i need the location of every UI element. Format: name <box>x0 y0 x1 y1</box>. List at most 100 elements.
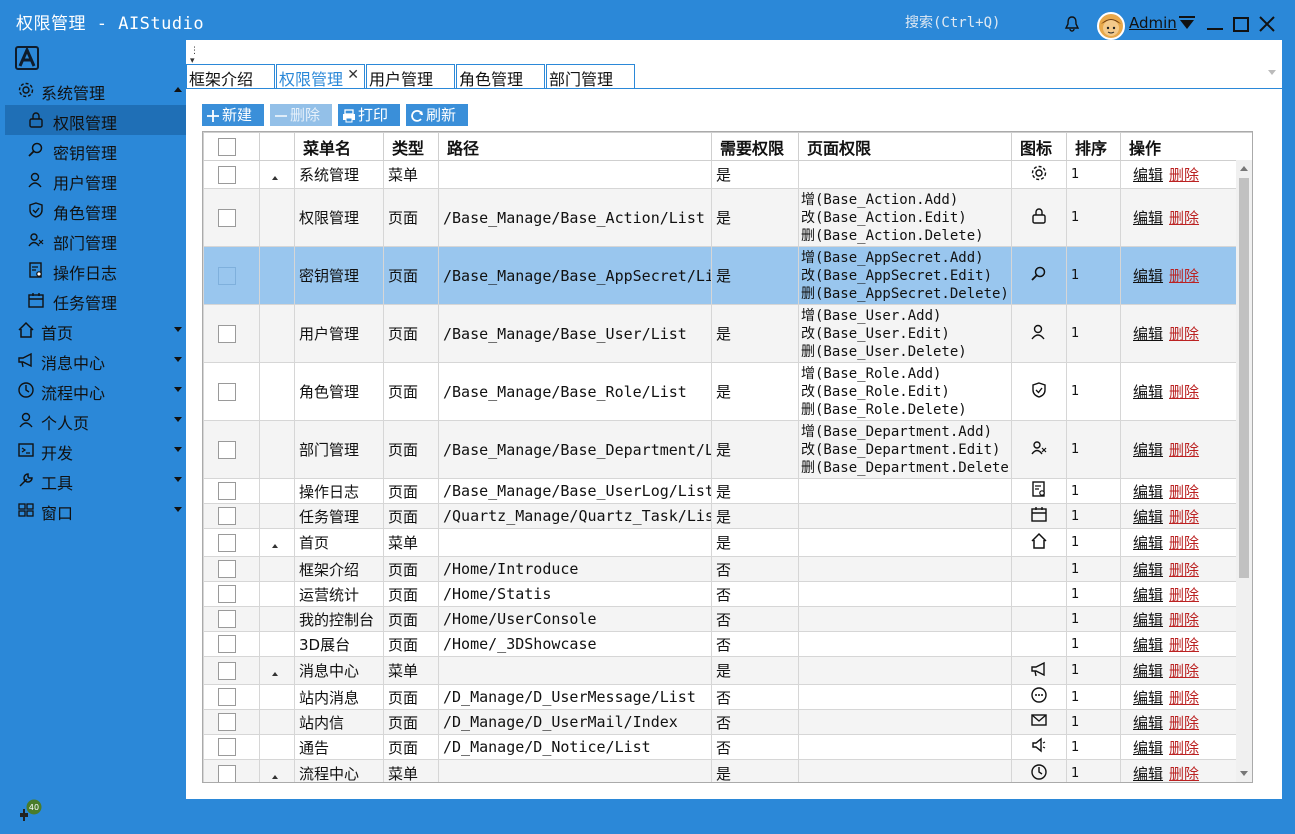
tab-departments[interactable]: 部门管理 <box>546 64 635 89</box>
col-need-header[interactable]: 需要权限 <box>711 132 799 161</box>
notification-status-icon[interactable]: 40 <box>17 799 43 825</box>
row-checkbox[interactable] <box>218 440 236 459</box>
row-select-cell[interactable] <box>203 246 260 305</box>
select-all-checkbox[interactable] <box>218 138 236 157</box>
table-row[interactable]: 流程中心 菜单是 1 编辑 删除 <box>203 759 1252 782</box>
table-row[interactable]: 站内消息 页面/D_Manage/D_UserMessage/List 否 1 编辑 删除 <box>203 684 1252 710</box>
tab-overflow-icon[interactable] <box>1268 70 1276 75</box>
tree-toggle-cell[interactable] <box>259 528 295 557</box>
edit-link[interactable]: 编辑 <box>1133 166 1163 184</box>
bell-icon[interactable] <box>1063 15 1081 33</box>
edit-link[interactable]: 编辑 <box>1133 689 1163 707</box>
table-row[interactable]: 首页 菜单是 1 编辑 删除 <box>203 528 1252 557</box>
sidebar-group-dev[interactable]: 开发 <box>5 435 186 465</box>
row-checkbox[interactable] <box>218 688 236 707</box>
row-checkbox[interactable] <box>218 635 236 654</box>
tab-introduce[interactable]: 框架介绍 <box>186 64 275 89</box>
delete-link[interactable]: 删除 <box>1169 739 1199 757</box>
delete-link[interactable]: 删除 <box>1169 586 1199 604</box>
delete-link[interactable]: 删除 <box>1169 534 1199 552</box>
row-checkbox[interactable] <box>218 507 236 526</box>
close-icon[interactable] <box>1256 14 1278 36</box>
edit-link[interactable]: 编辑 <box>1133 441 1163 459</box>
user-name-link[interactable]: Admin <box>1129 14 1177 32</box>
edit-link[interactable]: 编辑 <box>1133 267 1163 285</box>
sidebar-item-appsecret[interactable]: 密钥管理 <box>5 135 186 165</box>
col-type-header[interactable]: 类型 <box>383 132 439 161</box>
table-row[interactable]: 系统管理 菜单是 1 编辑 删除 <box>203 160 1252 189</box>
table-row[interactable]: 操作日志 页面/Base_Manage/Base_UserLog/List 是 1 编辑… <box>203 478 1252 504</box>
refresh-button[interactable]: 刷新 <box>406 104 468 126</box>
scroll-up-icon[interactable] <box>1240 166 1248 171</box>
row-select-cell[interactable] <box>203 631 260 657</box>
row-checkbox[interactable] <box>218 482 236 501</box>
row-checkbox[interactable] <box>218 713 236 732</box>
table-row[interactable]: 部门管理 页面/Base_Manage/Base_Department/List 是… <box>203 420 1252 479</box>
sidebar-group-workflow[interactable]: 流程中心 <box>5 375 186 405</box>
delete-link[interactable]: 删除 <box>1169 508 1199 526</box>
print-button[interactable]: 打印 <box>338 104 400 126</box>
tree-toggle-cell[interactable] <box>259 656 295 685</box>
row-select-cell[interactable] <box>203 478 260 504</box>
delete-link[interactable]: 删除 <box>1169 166 1199 184</box>
table-row[interactable]: 通告 页面/D_Manage/D_Notice/List 否 1 编辑 删除 <box>203 734 1252 760</box>
row-select-cell[interactable] <box>203 606 260 632</box>
avatar[interactable] <box>1097 12 1125 40</box>
row-select-cell[interactable] <box>203 362 260 421</box>
row-checkbox[interactable] <box>218 610 236 629</box>
scroll-thumb[interactable] <box>1239 178 1249 578</box>
edit-link[interactable]: 编辑 <box>1133 325 1163 343</box>
table-row[interactable]: 我的控制台 页面/Home/UserConsole 否 1 编辑 删除 <box>203 606 1252 632</box>
row-select-cell[interactable] <box>203 503 260 529</box>
minimize-icon[interactable] <box>1204 14 1226 36</box>
row-checkbox[interactable] <box>218 764 236 782</box>
row-checkbox[interactable] <box>218 560 236 579</box>
delete-link[interactable]: 删除 <box>1169 483 1199 501</box>
sidebar-item-users[interactable]: 用户管理 <box>5 165 186 195</box>
edit-link[interactable]: 编辑 <box>1133 483 1163 501</box>
sidebar-item-roles[interactable]: 角色管理 <box>5 195 186 225</box>
row-select-cell[interactable] <box>203 581 260 607</box>
row-select-cell[interactable] <box>203 734 260 760</box>
sidebar-group-profile[interactable]: 个人页 <box>5 405 186 435</box>
row-checkbox[interactable] <box>218 208 236 227</box>
row-select-cell[interactable] <box>203 759 260 782</box>
search-box[interactable]: 搜索(Ctrl+Q) <box>905 12 1000 32</box>
row-select-cell[interactable] <box>203 188 260 247</box>
row-select-cell[interactable] <box>203 684 260 710</box>
table-row[interactable]: 权限管理 页面/Base_Manage/Base_Action/List 是增(Ba… <box>203 188 1252 247</box>
tab-permission[interactable]: 权限管理 ✕ <box>276 64 365 89</box>
row-select-cell[interactable] <box>203 656 260 685</box>
tree-toggle-cell[interactable] <box>259 759 295 782</box>
row-select-cell[interactable] <box>203 420 260 479</box>
row-checkbox[interactable] <box>218 324 236 343</box>
tab-users[interactable]: 用户管理 <box>366 64 455 89</box>
delete-link[interactable]: 删除 <box>1169 561 1199 579</box>
edit-link[interactable]: 编辑 <box>1133 383 1163 401</box>
row-checkbox[interactable] <box>218 585 236 604</box>
row-select-cell[interactable] <box>203 160 260 189</box>
delete-link[interactable]: 删除 <box>1169 209 1199 227</box>
row-select-cell[interactable] <box>203 528 260 557</box>
table-row[interactable]: 3D展台 页面/Home/_3DShowcase 否 1 编辑 删除 <box>203 631 1252 657</box>
tree-collapse-icon[interactable] <box>272 671 278 676</box>
dropdown-arrow-icon[interactable] <box>1178 16 1196 30</box>
row-checkbox[interactable] <box>218 738 236 757</box>
tree-collapse-icon[interactable] <box>272 175 278 180</box>
sidebar-group-system[interactable]: 系统管理 <box>5 75 186 105</box>
delete-link[interactable]: 删除 <box>1169 662 1199 680</box>
edit-link[interactable]: 编辑 <box>1133 508 1163 526</box>
edit-link[interactable]: 编辑 <box>1133 586 1163 604</box>
col-perms-header[interactable]: 页面权限 <box>798 132 1012 161</box>
row-checkbox[interactable] <box>218 165 236 184</box>
edit-link[interactable]: 编辑 <box>1133 209 1163 227</box>
sidebar-item-departments[interactable]: 部门管理 <box>5 225 186 255</box>
tab-roles[interactable]: 角色管理 <box>456 64 545 89</box>
new-button[interactable]: 新建 <box>202 104 264 126</box>
table-row[interactable]: 消息中心 菜单是 1 编辑 删除 <box>203 656 1252 685</box>
row-checkbox[interactable] <box>218 533 236 552</box>
sidebar-group-tools[interactable]: 工具 <box>5 465 186 495</box>
scroll-down-icon[interactable] <box>1240 771 1248 776</box>
select-all-header[interactable] <box>203 132 260 161</box>
tree-toggle-cell[interactable] <box>259 160 295 189</box>
